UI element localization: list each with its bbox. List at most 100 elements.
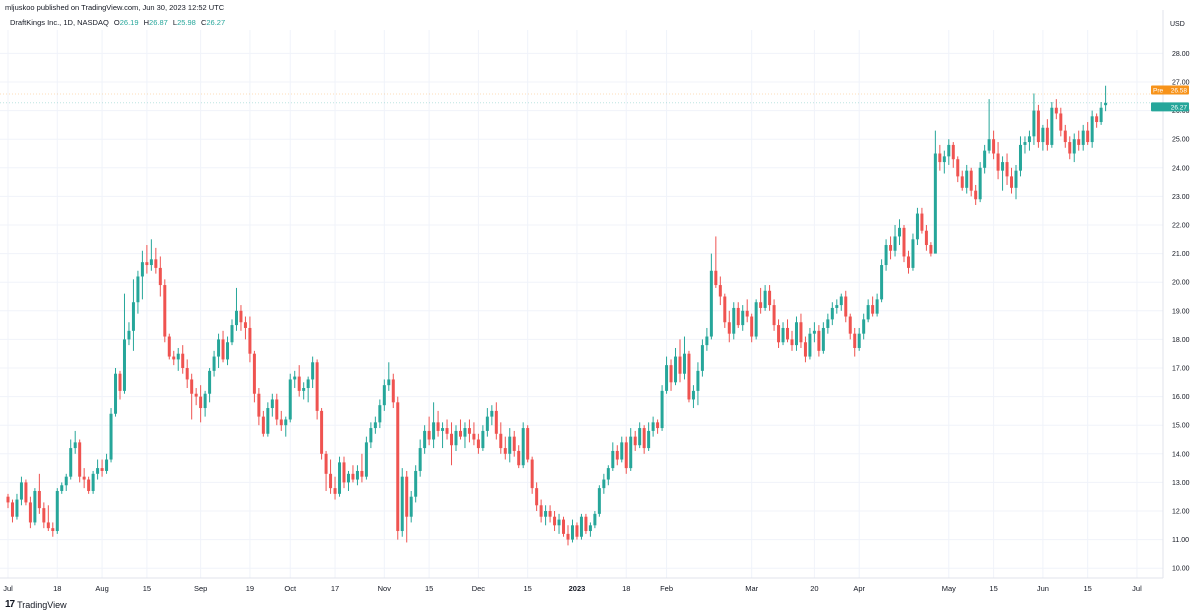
candle — [709, 253, 713, 340]
candle — [835, 299, 839, 314]
candle — [786, 319, 790, 343]
candle — [405, 470, 409, 543]
candle-body — [844, 296, 848, 317]
candle — [678, 339, 682, 383]
candle-body — [871, 305, 875, 314]
candle — [884, 239, 888, 271]
candle-body — [208, 370, 212, 394]
candle — [1090, 110, 1094, 148]
candle — [705, 327, 709, 351]
candle — [1086, 122, 1090, 145]
candle-body — [665, 365, 669, 391]
candle — [1001, 156, 1005, 191]
candle — [669, 359, 673, 391]
candle-body — [974, 190, 978, 200]
candle — [902, 225, 906, 263]
candle-body — [122, 339, 126, 391]
candle-body — [584, 516, 588, 532]
candle-body — [270, 399, 274, 409]
candle — [185, 359, 189, 389]
candle-body — [185, 368, 189, 380]
candle — [96, 459, 100, 480]
candle-body — [19, 482, 23, 500]
candle — [226, 336, 230, 366]
candle — [1032, 93, 1036, 145]
candle-body — [261, 416, 265, 434]
candle — [414, 465, 418, 503]
candle-body — [87, 479, 91, 491]
candle — [933, 130, 937, 254]
candle-body — [427, 430, 431, 440]
candle-body — [118, 373, 122, 391]
candle — [320, 408, 324, 460]
candle — [266, 402, 270, 437]
candle — [611, 442, 615, 471]
candle-body — [539, 505, 543, 517]
candle — [494, 402, 498, 440]
candle — [154, 247, 158, 274]
candle-body — [768, 290, 772, 306]
candle-body — [682, 353, 686, 374]
candle — [826, 313, 830, 334]
candle-body — [992, 139, 996, 154]
candle-body — [812, 330, 816, 334]
candle-body — [548, 511, 552, 517]
candle — [42, 502, 46, 529]
candle — [521, 422, 525, 469]
candle-body — [1045, 127, 1049, 145]
candle — [1027, 130, 1031, 151]
candle-body — [217, 339, 221, 357]
candle-body — [575, 525, 579, 537]
candle-body — [28, 502, 32, 523]
candle — [597, 485, 601, 517]
candle — [508, 428, 512, 463]
candle — [329, 459, 333, 494]
candle-body — [458, 430, 462, 437]
candle-body — [10, 502, 14, 517]
candle-body — [754, 302, 758, 337]
candle — [476, 433, 480, 454]
candle-body — [669, 365, 673, 383]
candle-body — [674, 356, 678, 383]
candle-body — [355, 470, 359, 480]
candle-body — [37, 490, 41, 509]
candle-body — [1032, 110, 1036, 137]
candle — [750, 313, 754, 343]
candle-body — [96, 468, 100, 474]
x-tick-label: Apr — [853, 584, 865, 593]
candle — [566, 525, 570, 546]
brand-name: TradingView — [17, 599, 67, 610]
price-tag: 26.27 — [0, 102, 1189, 112]
candle-body — [606, 468, 610, 480]
candle — [691, 385, 695, 409]
candle-body — [51, 528, 55, 532]
candle-body — [472, 433, 476, 440]
candle — [938, 144, 942, 171]
candle-body — [889, 245, 893, 251]
candle — [436, 410, 440, 437]
y-tick-label: 27.00 — [1172, 80, 1190, 87]
candle — [929, 242, 933, 257]
candle — [875, 293, 879, 317]
footer-brand[interactable]: 17 TradingView — [5, 599, 67, 610]
candle — [615, 445, 619, 466]
candle-body — [369, 428, 373, 443]
candle — [588, 522, 592, 537]
candle — [1005, 153, 1009, 185]
candle-body — [1068, 142, 1072, 154]
price-chart[interactable]: USD 10.00 11.00 12.00 13.00 14.00 15.00 16.00 17… — [0, 0, 1200, 600]
candle-body — [803, 342, 807, 357]
candle — [391, 373, 395, 409]
candle — [790, 330, 794, 351]
candle — [239, 305, 243, 331]
tradingview-logo-icon: 17 — [5, 599, 15, 610]
candle — [772, 299, 776, 331]
candle-body — [629, 436, 633, 469]
candle-body — [503, 448, 507, 454]
y-tick-label: 20.00 — [1172, 280, 1190, 287]
candle-body — [127, 330, 131, 340]
x-tick-label: 15 — [524, 584, 532, 593]
y-tick-label: 16.00 — [1172, 394, 1190, 401]
candle — [853, 327, 857, 357]
candle-body — [929, 245, 933, 254]
